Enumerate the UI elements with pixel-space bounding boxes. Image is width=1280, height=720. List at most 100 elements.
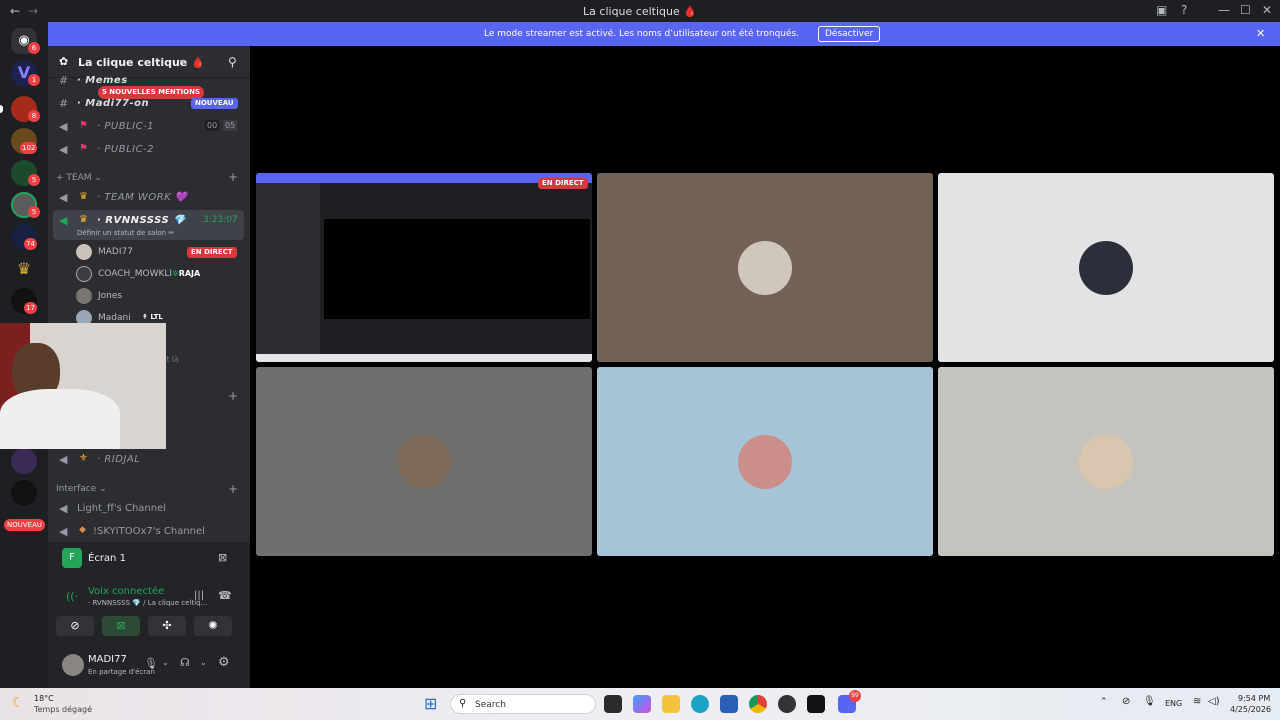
avatar [76,266,92,282]
tray-chevron-icon[interactable]: ⌃ [1100,697,1108,707]
window-titlebar: ← → La clique celtique 🩸 ▣ ? — ☐ ✕ [0,0,1280,22]
channel-label: · PUBLIC-1 [97,121,155,132]
speaker-icon: ◀ [59,120,68,133]
category-team[interactable]: + TEAM ⌄ [56,173,102,183]
start-icon[interactable]: ⊞ [424,694,437,713]
add-member-icon[interactable]: ⚲ [228,55,237,69]
camera-off-button[interactable]: ⊘ [56,616,94,636]
server-icon[interactable] [11,448,37,474]
channel-skyitoo[interactable]: ◀ ◆ !SKYITOOx7's Channel [53,521,244,543]
screen-title: Écran 1 [88,553,126,564]
soundboard-button[interactable]: ✺ [194,616,232,636]
channel-light[interactable]: ◀ Light_ff's Channel [53,498,244,520]
chrome-icon[interactable] [749,695,767,713]
headphones-icon[interactable]: ☊ [180,656,190,669]
voice-location[interactable]: · RVNNSSSS 💎 / La clique celtiq... [88,599,207,607]
noise-icon[interactable]: ||| [194,590,204,601]
channel-status[interactable]: Définir un statut de salon ✏ [77,229,174,237]
disconnect-icon[interactable]: ☎ [218,589,232,602]
weather-desc[interactable]: Temps dégagé [34,705,92,714]
chevron-down-icon[interactable]: ⌄ [178,55,186,65]
screen-share-tile[interactable]: EN DIRECT [256,173,592,362]
crown-icon: ♛ [79,191,88,202]
disable-streamer-button[interactable]: Désactiver [818,26,881,42]
voice-status[interactable]: Voix connectée [88,586,164,597]
help-icon[interactable]: ? [1181,3,1187,17]
channel-label: !SKYITOOx7's Channel [93,526,205,537]
channel-public-2[interactable]: ◀ ⚑ · PUBLIC-2 [53,139,244,161]
wifi-icon[interactable]: ≋ [1193,696,1201,707]
chevron-down-icon[interactable]: ⌄ [200,658,207,667]
user-panel: MADI77 En partage d'écran 🎙 ⌄ ☊ ⌄ ⚙ [48,644,250,688]
signal-icon: ((· [66,590,79,603]
clock-time[interactable]: 9:54 PM [1238,694,1270,703]
channel-label: Light_ff's Channel [77,503,167,514]
close-banner-icon[interactable]: ✕ [1256,27,1265,40]
tag-label: RAJA [178,269,201,278]
task-view-icon[interactable] [604,695,622,713]
file-explorer-icon[interactable] [662,695,680,713]
chevron-down-icon[interactable]: ⌄ [162,658,169,667]
maximize-icon[interactable]: ☐ [1240,3,1251,17]
obscured-text: it là [164,355,180,364]
app-icon[interactable] [778,695,796,713]
add-channel-icon[interactable]: + [228,389,238,403]
tiktok-icon[interactable] [807,695,825,713]
category-interface[interactable]: Interface ⌄ [56,484,107,494]
edge-icon[interactable] [691,695,709,713]
fleur-icon: ⚜ [79,453,88,464]
user-tag: ✲RAJA [172,269,200,278]
category-label: + TEAM [56,173,92,183]
user-count: 00 [205,120,220,131]
settings-gear-icon[interactable]: ⚙ [218,655,230,670]
inbox-icon[interactable]: ▣ [1156,3,1167,17]
participant-tile[interactable] [597,173,933,362]
crown-icon: ♛ [79,214,88,225]
copilot-icon[interactable] [633,695,651,713]
screen-share-button[interactable]: ⊠ [102,616,140,636]
voice-user[interactable]: MADI77 EN DIRECT [72,243,242,263]
minimize-icon[interactable]: — [1218,3,1230,17]
microphone-icon[interactable]: 🎙 [144,657,158,670]
screen-icon: F [62,548,82,568]
server-icon[interactable]: ♛ [11,256,37,282]
server-icon[interactable] [11,480,37,506]
language-indicator[interactable]: ENG [1165,699,1182,708]
activities-button[interactable]: ✣ [148,616,186,636]
channel-label: · Madi77-on [77,98,150,109]
hash-icon: # [59,97,69,110]
server-badge: 74 [24,238,37,250]
channel-ridjal[interactable]: ◀ ⚜ · RIDJAL [53,449,244,471]
channel-public-1[interactable]: ◀ ⚑ · PUBLIC-1 00 05 [53,116,244,138]
participant-tile[interactable] [938,173,1274,362]
participant-tile[interactable] [256,367,592,556]
store-icon[interactable] [720,695,738,713]
moon-weather-icon[interactable]: ☾ [12,695,25,711]
stop-share-icon[interactable]: ⊠ [218,551,227,564]
network-off-icon[interactable]: ⊘ [1122,696,1130,707]
clock-date[interactable]: 4/25/2026 [1230,705,1271,714]
webcam-overlay[interactable] [0,323,166,449]
server-badge: 8 [28,110,40,122]
add-channel-icon[interactable]: + [228,170,238,184]
channel-rvnnssss[interactable]: ◀ ♛ · RVNNSSSS 💎 3:23:07 Définir un stat… [53,210,244,240]
server-header-icon: ✿ [59,55,69,68]
voice-user[interactable]: COACH_MOWKLI ✲RAJA [72,265,242,285]
user-avatar[interactable] [62,654,84,676]
speaker-icon: ◀ [59,525,68,538]
taskbar-search[interactable]: ⚲ Search [450,694,596,714]
channel-team-work[interactable]: ◀ ♛ · TEAM WORK 💜 [53,187,244,209]
mic-tray-icon[interactable]: 🎙 [1143,696,1156,707]
participant-tile[interactable] [597,367,933,556]
speaker-icon: ◀ [59,502,68,515]
user-name[interactable]: MADI77 [88,654,127,665]
user-limit: 05 [223,120,238,131]
channel-madi77-on[interactable]: # · Madi77-on NOUVEAU [53,93,244,115]
voice-user[interactable]: Jones [72,287,242,307]
volume-icon[interactable]: ◁) [1208,696,1220,707]
add-channel-icon[interactable]: + [228,482,238,496]
participant-tile[interactable] [938,367,1274,556]
screen-share-panel: F Écran 1 ⊠ [48,542,250,576]
weather-temp[interactable]: 18°C [34,694,54,703]
close-window-icon[interactable]: ✕ [1262,3,1272,17]
